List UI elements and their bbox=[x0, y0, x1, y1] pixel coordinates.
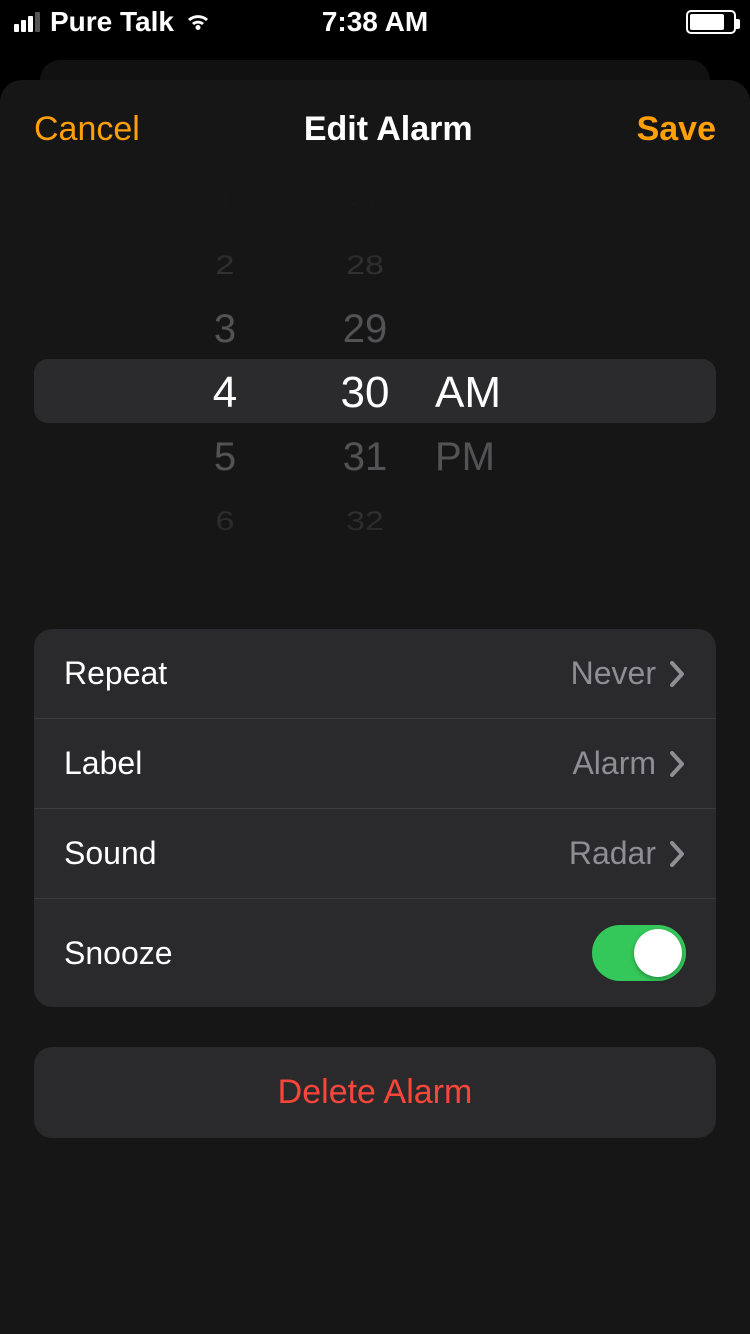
nav-bar: Cancel Edit Alarm Save bbox=[0, 80, 750, 169]
delete-section: Delete Alarm bbox=[34, 1047, 716, 1138]
repeat-row[interactable]: Repeat Never bbox=[34, 629, 716, 719]
status-bar: Pure Talk 7:38 AM bbox=[0, 0, 750, 44]
repeat-value: Never bbox=[571, 655, 656, 692]
chevron-right-icon bbox=[670, 841, 686, 867]
snooze-label: Snooze bbox=[64, 935, 173, 972]
period-selected: AM bbox=[435, 361, 595, 425]
label-row[interactable]: Label Alarm bbox=[34, 719, 716, 809]
chevron-right-icon bbox=[670, 661, 686, 687]
save-button[interactable]: Save bbox=[637, 110, 716, 149]
chevron-right-icon bbox=[670, 751, 686, 777]
sound-row[interactable]: Sound Radar bbox=[34, 809, 716, 899]
battery-icon bbox=[686, 10, 736, 34]
snooze-row: Snooze bbox=[34, 899, 716, 1007]
cancel-button[interactable]: Cancel bbox=[34, 110, 140, 149]
label-label: Label bbox=[64, 745, 142, 782]
snooze-toggle[interactable] bbox=[592, 925, 686, 981]
time-picker[interactable]: 1 2 3 4 5 6 7 27 28 29 30 31 32 33 bbox=[34, 189, 716, 589]
delete-alarm-button[interactable]: Delete Alarm bbox=[34, 1047, 716, 1138]
hour-wheel[interactable]: 1 2 3 4 5 6 7 bbox=[155, 189, 295, 589]
alarm-settings-list: Repeat Never Label Alarm Sound Radar bbox=[34, 629, 716, 1007]
cellular-signal-icon bbox=[14, 12, 40, 32]
repeat-label: Repeat bbox=[64, 655, 167, 692]
hour-selected: 4 bbox=[155, 361, 295, 425]
sound-label: Sound bbox=[64, 835, 157, 872]
page-title: Edit Alarm bbox=[304, 110, 473, 149]
minute-wheel[interactable]: 27 28 29 30 31 32 33 bbox=[295, 189, 435, 589]
wifi-icon bbox=[184, 11, 212, 33]
minute-selected: 30 bbox=[295, 361, 435, 425]
period-wheel[interactable]: AM PM bbox=[435, 189, 595, 589]
sound-value: Radar bbox=[569, 835, 656, 872]
label-value: Alarm bbox=[572, 745, 656, 782]
carrier-label: Pure Talk bbox=[50, 6, 174, 38]
edit-alarm-sheet: Cancel Edit Alarm Save 1 2 3 4 5 6 7 27 bbox=[0, 80, 750, 1334]
